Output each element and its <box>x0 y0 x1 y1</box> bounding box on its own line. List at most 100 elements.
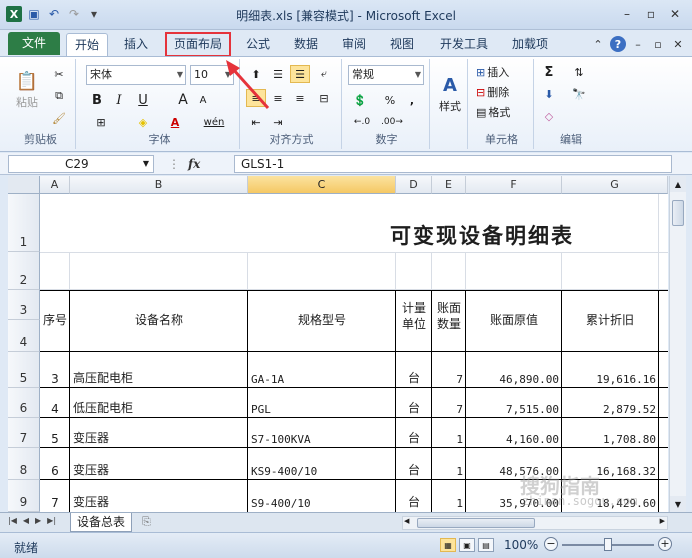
cell-unit[interactable]: 台 <box>396 480 432 512</box>
header-qty-line1[interactable]: 账面 <box>432 300 466 316</box>
row-header-4[interactable]: 4 <box>8 320 40 352</box>
header-orig[interactable]: 账面原值 <box>466 290 562 351</box>
header-seq[interactable]: 序号 <box>40 290 70 351</box>
header-spec[interactable]: 规格型号 <box>248 290 396 351</box>
align-right-icon[interactable]: ≡ <box>290 89 310 107</box>
zoom-slider-knob[interactable] <box>604 538 612 551</box>
phonetic-button[interactable]: wén <box>200 113 228 131</box>
align-center-icon[interactable]: ≡ <box>268 89 288 107</box>
paste-button[interactable]: 📋 粘贴 <box>12 63 42 115</box>
italic-button[interactable]: I <box>110 91 128 109</box>
row-header-2[interactable]: 2 <box>8 252 40 290</box>
cell-name[interactable]: 变压器 <box>70 418 248 448</box>
cell-seq[interactable]: 4 <box>40 388 70 418</box>
column-header-e[interactable]: E <box>432 176 466 194</box>
percent-button[interactable]: % <box>382 91 398 109</box>
sheet-tab-active[interactable]: 设备总表 <box>70 513 133 532</box>
cell-orig[interactable]: 4,160.00 <box>466 418 562 448</box>
decrease-decimal-icon[interactable]: .00→ <box>380 113 404 131</box>
cell-name[interactable]: 变压器 <box>70 480 248 512</box>
decrease-indent-icon[interactable]: ⇤ <box>246 113 266 131</box>
insert-cells-button[interactable]: ⊞ 插入 <box>476 63 509 81</box>
zoom-in-icon[interactable]: + <box>658 537 672 551</box>
sort-filter-icon[interactable]: ⇅ <box>568 63 590 81</box>
cell-depr[interactable]: 19,616.16 <box>562 352 659 388</box>
select-all-corner[interactable] <box>8 176 40 194</box>
tab-home[interactable]: 开始 <box>66 33 109 56</box>
cell-name[interactable]: 低压配电柜 <box>70 388 248 418</box>
row-header-9[interactable]: 9 <box>8 480 40 512</box>
autosum-button[interactable]: Σ <box>540 63 558 81</box>
column-header-c[interactable]: C <box>248 176 396 194</box>
cell-orig[interactable]: 7,515.00 <box>466 388 562 418</box>
tab-formulas[interactable]: 公式 <box>238 33 278 56</box>
shrink-font-button[interactable]: A <box>194 91 212 109</box>
copy-icon[interactable]: ⧉ <box>50 87 68 105</box>
clear-icon[interactable]: ◇ <box>540 107 558 125</box>
tab-review[interactable]: 审阅 <box>334 33 374 56</box>
row-header-7[interactable]: 7 <box>8 418 40 448</box>
cell-spec[interactable]: PGL <box>248 388 396 418</box>
header-qty-line2[interactable]: 数量 <box>432 316 466 332</box>
find-select-icon[interactable]: 🔭 <box>568 85 590 103</box>
grow-font-button[interactable]: A <box>174 91 192 109</box>
row-header-1[interactable]: 1 <box>8 194 40 252</box>
cell-depr[interactable]: 1,708.80 <box>562 418 659 448</box>
scroll-left-icon[interactable]: ◀ <box>404 517 409 525</box>
minimize-icon[interactable]: – <box>616 5 638 23</box>
column-header-b[interactable]: B <box>70 176 248 194</box>
tab-page-layout[interactable]: 页面布局 <box>165 32 231 57</box>
cut-icon[interactable]: ✂ <box>50 65 68 83</box>
first-sheet-icon[interactable]: |◀ <box>8 516 17 525</box>
bold-button[interactable]: B <box>88 91 106 109</box>
merge-center-icon[interactable]: ⊟ <box>314 89 334 107</box>
cell-qty[interactable]: 1 <box>432 448 466 480</box>
formula-input[interactable]: GLS1-1 <box>234 155 672 173</box>
insert-function-button[interactable]: fx <box>188 157 200 171</box>
insert-sheet-icon[interactable]: ⎘ <box>142 515 160 530</box>
cell-unit[interactable]: 台 <box>396 418 432 448</box>
cell-seq[interactable]: 6 <box>40 448 70 480</box>
font-size-combo[interactable]: 10 ▼ <box>190 65 234 85</box>
prev-sheet-icon[interactable]: ◀ <box>23 516 29 525</box>
tab-data[interactable]: 数据 <box>286 33 326 56</box>
cell-unit[interactable]: 台 <box>396 448 432 480</box>
cell-spec[interactable]: S9-400/10 <box>248 480 396 512</box>
font-name-combo[interactable]: 宋体 ▼ <box>86 65 186 85</box>
row-header-6[interactable]: 6 <box>8 388 40 418</box>
align-top-icon[interactable]: ⬆ <box>246 65 266 83</box>
align-middle-icon[interactable]: ☰ <box>268 65 288 83</box>
cell-qty[interactable]: 1 <box>432 418 466 448</box>
help-icon[interactable]: ? <box>610 36 626 52</box>
cell-seq[interactable]: 5 <box>40 418 70 448</box>
tab-addins[interactable]: 加载项 <box>504 33 556 56</box>
scroll-up-icon[interactable]: ▲ <box>670 176 686 192</box>
last-sheet-icon[interactable]: ▶| <box>47 516 56 525</box>
scroll-down-icon[interactable]: ▼ <box>670 496 686 512</box>
increase-indent-icon[interactable]: ⇥ <box>268 113 288 131</box>
format-painter-icon[interactable]: 🖌 <box>50 109 68 127</box>
header-unit-line1[interactable]: 计量 <box>396 300 432 316</box>
cell-spec[interactable]: GA-1A <box>248 352 396 388</box>
comma-button[interactable]: , <box>404 91 420 109</box>
tab-insert[interactable]: 插入 <box>116 33 156 56</box>
cell-depr[interactable]: 2,879.52 <box>562 388 659 418</box>
underline-button[interactable]: U <box>132 91 154 109</box>
tab-file[interactable]: 文件 <box>8 32 60 55</box>
cell-qty[interactable]: 7 <box>432 388 466 418</box>
cell-unit[interactable]: 台 <box>396 352 432 388</box>
row-header-3[interactable]: 3 <box>8 290 40 320</box>
horizontal-scrollbar[interactable]: ◀ ▶ <box>402 516 668 530</box>
row-header-5[interactable]: 5 <box>8 352 40 388</box>
cell-orig[interactable]: 46,890.00 <box>466 352 562 388</box>
fill-color-icon[interactable]: ◈ <box>130 113 156 131</box>
page-layout-view-icon[interactable]: ▣ <box>459 538 475 552</box>
zoom-level[interactable]: 100% <box>504 538 538 552</box>
row-header-8[interactable]: 8 <box>8 448 40 480</box>
font-color-icon[interactable]: A <box>162 113 188 131</box>
vertical-scrollbar[interactable]: ▲ ▼ <box>669 176 686 512</box>
header-name[interactable]: 设备名称 <box>70 290 248 351</box>
name-box[interactable]: C29 ▼ <box>8 155 154 173</box>
cell-spec[interactable]: KS9-400/10 <box>248 448 396 480</box>
doc-close-icon[interactable]: ✕ <box>670 36 686 52</box>
